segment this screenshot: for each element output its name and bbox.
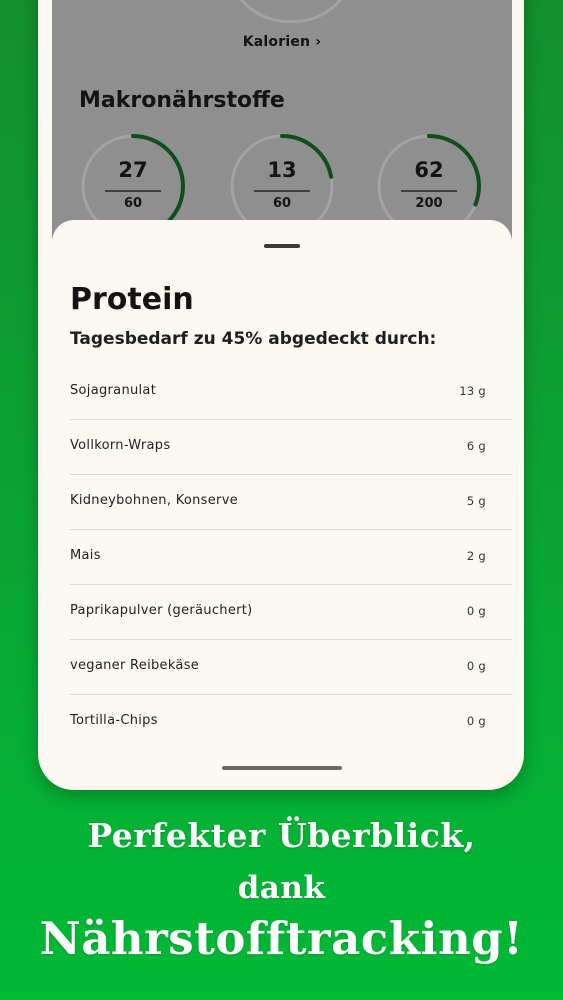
- macro-goal: 60: [123, 196, 143, 211]
- food-amount: 2 g: [466, 549, 486, 563]
- food-name: Paprikapulver (geräuchert): [70, 603, 253, 618]
- food-amount: 0 g: [466, 659, 486, 673]
- list-item: Sojagranulat 13 g: [70, 365, 512, 420]
- food-amount: 6 g: [466, 439, 486, 453]
- food-name: veganer Reibekäse: [70, 658, 200, 673]
- food-name: Kidneybohnen, Konserve: [70, 493, 238, 508]
- drag-handle[interactable]: [264, 244, 300, 248]
- sheet-subtitle: Tagesbedarf zu 45% abgedeckt durch:: [70, 329, 437, 349]
- macro-divider: [105, 190, 161, 192]
- list-item: Vollkorn-Wraps 6 g: [70, 420, 512, 475]
- food-amount: 5 g: [466, 494, 486, 508]
- calories-link[interactable]: Kalorien ›: [52, 34, 512, 50]
- macro-value: 13: [267, 158, 297, 182]
- promo-caption-line-3: Nährstofftracking!: [39, 912, 524, 965]
- protein-bottom-sheet: Protein Tagesbedarf zu 45% abgedeckt dur…: [52, 220, 512, 790]
- food-name: Mais: [70, 548, 101, 563]
- food-list: Sojagranulat 13 g Vollkorn-Wraps 6 g Kid…: [70, 365, 512, 749]
- food-name: Vollkorn-Wraps: [70, 438, 171, 453]
- food-name: Tortilla-Chips: [70, 713, 158, 728]
- macros-title: Makronährstoffe: [79, 88, 285, 113]
- macro-divider: [401, 190, 457, 192]
- food-amount: 0 g: [466, 714, 486, 728]
- promo-caption-line-1: Perfekter Überblick,: [87, 816, 476, 855]
- list-item: Paprikapulver (geräuchert) 0 g: [70, 585, 512, 640]
- macro-value: 27: [118, 158, 148, 182]
- macro-goal: 60: [272, 196, 292, 211]
- home-indicator: [222, 766, 342, 770]
- macro-goal: 200: [415, 196, 443, 211]
- phone-frame: Kalorien › Makronährstoffe 27 60 13 60 6…: [38, 0, 524, 790]
- list-item: Mais 2 g: [70, 530, 512, 585]
- food-amount: 13 g: [459, 384, 486, 398]
- promo-caption-line-2: dank: [237, 870, 326, 906]
- list-item: veganer Reibekäse 0 g: [70, 640, 512, 695]
- food-amount: 0 g: [466, 604, 486, 618]
- list-item: Tortilla-Chips 0 g: [70, 695, 512, 749]
- sheet-title: Protein: [70, 282, 194, 317]
- macro-value: 62: [414, 158, 444, 182]
- macro-divider: [254, 190, 310, 192]
- food-name: Sojagranulat: [70, 383, 157, 398]
- list-item: Kidneybohnen, Konserve 5 g: [70, 475, 512, 530]
- calorie-ring: [226, 0, 356, 23]
